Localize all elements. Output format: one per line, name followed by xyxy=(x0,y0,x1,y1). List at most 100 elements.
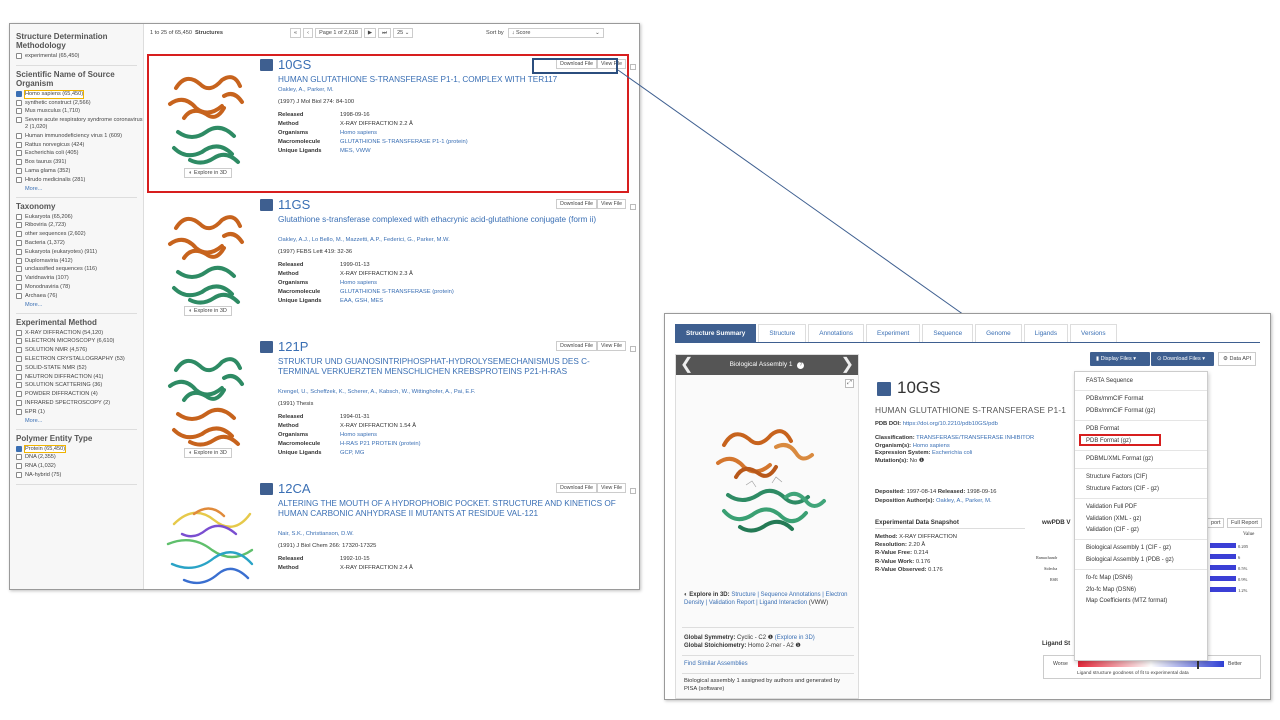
validation-percentile-bar xyxy=(1210,576,1236,581)
doi-link[interactable]: https://doi.org/10.2210/pdb10GS/pdb xyxy=(903,421,998,427)
snapshot-value: 0.176 xyxy=(915,558,931,565)
menu-item[interactable]: 2fo-fc Map (DSN6) xyxy=(1075,585,1207,596)
prev-assembly-icon[interactable]: ❮ xyxy=(680,355,693,375)
snapshot-row: R-Value Work: 0.176 xyxy=(875,558,957,566)
menu-item[interactable]: FASTA Sequence xyxy=(1075,376,1207,387)
menu-item[interactable]: Biological Assembly 1 (CIF - gz) xyxy=(1075,543,1207,554)
menu-divider xyxy=(1075,420,1207,422)
menu-item[interactable]: Structure Factors (CIF) xyxy=(1075,472,1207,483)
snapshot-value: 0.214 xyxy=(913,550,929,557)
menu-item[interactable]: Structure Factors (CIF - gz) xyxy=(1075,484,1207,495)
global-symmetry-block: Global Symmetry: Cyclic - C2 ❶ (Explore … xyxy=(684,634,856,650)
info-icon: ❶ xyxy=(767,635,774,641)
help-icon[interactable]: ? xyxy=(797,362,805,369)
menu-item[interactable]: Validation Full PDF xyxy=(1075,502,1207,513)
validation-value: 1.2% xyxy=(1238,588,1248,593)
validation-percentile-bar xyxy=(1210,543,1236,548)
tab-sequence[interactable]: Sequence xyxy=(922,324,974,342)
validation-value: 0.5% xyxy=(1238,566,1248,571)
global-stoich-value: Homo 2-mer - A2 xyxy=(748,643,794,649)
menu-item[interactable]: Map Coefficients (MTZ format) xyxy=(1075,596,1207,607)
tab-annotations[interactable]: Annotations xyxy=(808,324,865,342)
validation-value: 0.205 xyxy=(1238,544,1249,549)
tab-versions[interactable]: Versions xyxy=(1070,324,1117,342)
mutation-value: No xyxy=(909,457,918,464)
menu-item[interactable]: Validation (XML - gz) xyxy=(1075,514,1207,525)
expression-label: Expression System: xyxy=(875,450,931,457)
snapshot-row: Method: X-RAY DIFFRACTION xyxy=(875,533,957,541)
global-symmetry-label: Global Symmetry: xyxy=(684,635,736,641)
viewer-title: Biological Assembly 1 xyxy=(729,361,793,368)
explore-3d-label: ◐ Explore in 3D: xyxy=(684,592,730,598)
mutation-label: Mutation(s): xyxy=(875,457,909,464)
classification-link[interactable]: TRANSFERASE/TRANSFERASE INHIBITOR xyxy=(916,435,1034,441)
snapshot-key: R-Value Work: xyxy=(875,558,915,565)
menu-divider xyxy=(1075,498,1207,500)
tab-structure-summary[interactable]: Structure Summary xyxy=(675,324,757,342)
tab-structure[interactable]: Structure xyxy=(758,324,807,342)
menu-item[interactable]: Biological Assembly 1 (PDB - gz) xyxy=(1075,555,1207,566)
tab-experiment[interactable]: Experiment xyxy=(866,324,921,342)
depositor-label: Deposition Author(s): xyxy=(875,498,935,504)
info-icon: ❶ xyxy=(918,457,925,464)
validation-metric-label: RSR xyxy=(1050,577,1058,582)
info-icon: ❶ xyxy=(795,643,801,649)
data-api-button[interactable]: ⚙ Data API xyxy=(1218,352,1257,366)
validation-metric-label: Sidecha xyxy=(1044,566,1057,571)
display-files-button[interactable]: ▮ Display Files ▾ xyxy=(1090,352,1150,366)
released-label: Released: xyxy=(937,489,966,495)
data-api-label: Data API xyxy=(1229,356,1252,362)
snapshot-key: Method: xyxy=(875,534,898,540)
validation-value: 6 xyxy=(1238,555,1241,560)
download-files-button[interactable]: ⊙ Download Files ▾ xyxy=(1151,352,1214,366)
validation-percentile-bar xyxy=(1210,565,1236,570)
structure-detail-panel: Structure Summary Structure Annotations Exp… xyxy=(664,313,1271,700)
doi-label: PDB DOI: xyxy=(875,421,902,427)
organism-label: Organism(s): xyxy=(875,442,912,449)
ligand-gradient-bar xyxy=(1078,661,1224,667)
snapshot-key: Resolution: xyxy=(875,542,907,549)
menu-divider xyxy=(1075,569,1207,571)
worse-label: Worse xyxy=(1053,661,1068,667)
report-button[interactable]: port xyxy=(1207,518,1225,528)
menu-item[interactable]: PDBML/XML Format (gz) xyxy=(1075,454,1207,465)
menu-item[interactable]: PDBx/mmCIF Format (gz) xyxy=(1075,406,1207,417)
menu-divider xyxy=(1075,450,1207,452)
protein-structure-image xyxy=(716,429,826,533)
snapshot-value: 0.176 xyxy=(928,566,943,573)
tab-ligands[interactable]: Ligands xyxy=(1023,324,1069,342)
snapshot-key: R-Value Free: xyxy=(875,550,913,557)
ligand-label: Ligand St xyxy=(1042,640,1071,647)
viewer-header: ❮ Biological Assembly 1 ? ❯ xyxy=(676,355,858,375)
deposited-label: Deposited: xyxy=(875,489,905,495)
depositors-link[interactable]: Oakley, A., Parker, M. xyxy=(936,498,992,504)
global-stoich-label: Global Stoichiometry: xyxy=(684,643,747,649)
wwpdb-label: wwPDB V xyxy=(1042,519,1071,526)
menu-divider xyxy=(1075,390,1207,392)
snapshot-value: X-RAY DIFFRACTION xyxy=(899,534,957,540)
menu-item[interactable]: Validation (CIF - gz) xyxy=(1075,525,1207,536)
organism-link[interactable]: Homo sapiens xyxy=(913,443,950,449)
entry-id-badge-icon xyxy=(877,382,891,396)
download-files-menu: FASTA Sequence PDBx/mmCIF Format PDBx/mmCI… xyxy=(1074,371,1208,661)
explore-label-text: Explore in 3D: xyxy=(689,592,730,598)
find-similar-link[interactable]: Find Similar Assemblies xyxy=(684,660,748,668)
snapshot-title: Experimental Data Snapshot xyxy=(875,519,959,526)
released-value: 1998-09-16 xyxy=(966,489,997,495)
tab-genome[interactable]: Genome xyxy=(975,324,1022,342)
entry-id: 10GS xyxy=(897,378,941,397)
assembly-note: Biological assembly 1 assigned by author… xyxy=(684,678,840,692)
menu-item[interactable]: fo-fc Map (DSN6) xyxy=(1075,573,1207,584)
expression-link[interactable]: Escherichia coli xyxy=(932,450,972,456)
global-symmetry-value: Cyclic - C2 xyxy=(737,635,767,641)
explore-tail: (VWW) xyxy=(808,600,829,606)
deposition-block: Deposited: 1997-08-14 Released: 1998-09-… xyxy=(875,488,997,506)
highlight-pdb-format xyxy=(1079,434,1161,446)
menu-item[interactable]: PDBx/mmCIF Format xyxy=(1075,394,1207,405)
display-files-label: Display Files xyxy=(1100,356,1132,362)
next-assembly-icon[interactable]: ❯ xyxy=(841,355,854,375)
snapshot-table: Method: X-RAY DIFFRACTION Resolution: 2.2… xyxy=(875,533,957,574)
full-report-button[interactable]: Full Report xyxy=(1227,518,1262,528)
explore-symmetry-link[interactable]: (Explore in 3D) xyxy=(775,635,815,641)
menu-divider xyxy=(1075,468,1207,470)
